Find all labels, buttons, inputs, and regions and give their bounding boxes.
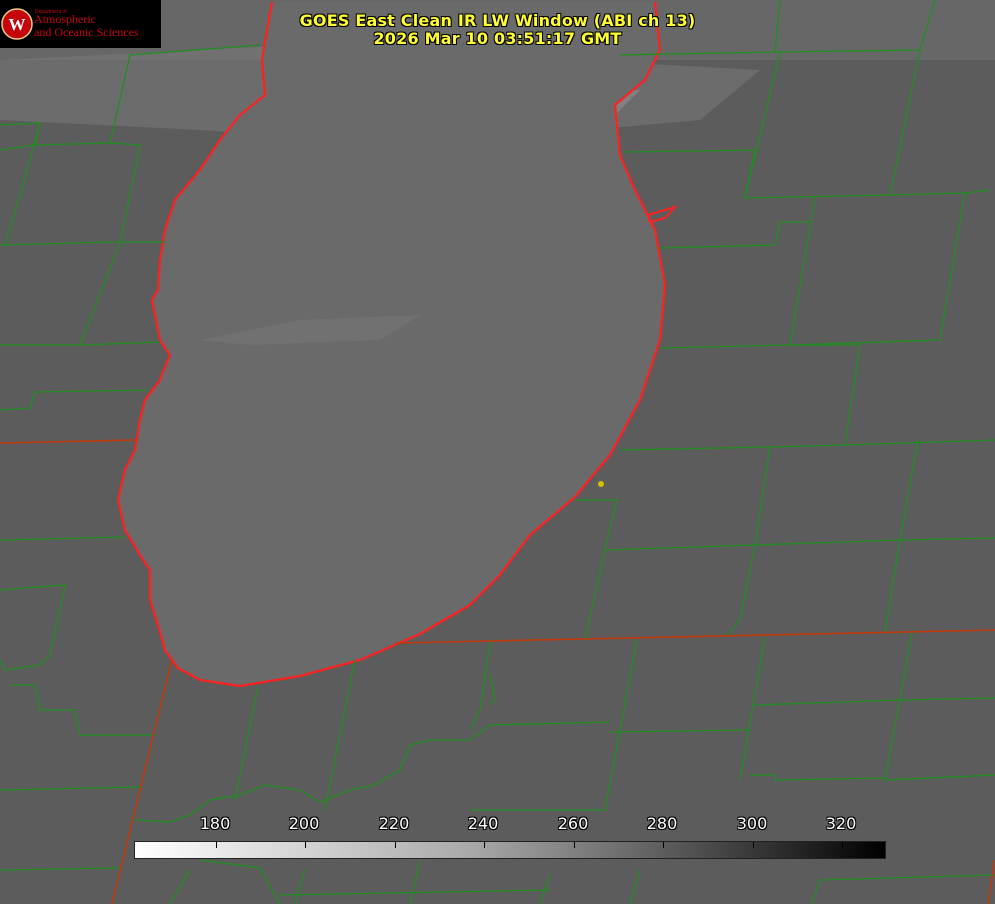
image-timestamp: 2026 Mar 10 03:51:17 GMT xyxy=(373,29,622,48)
temperature-colorbar xyxy=(134,841,886,859)
location-marker xyxy=(598,481,604,487)
colorbar-tick: 300 xyxy=(736,814,768,833)
colorbar-tick: 260 xyxy=(557,814,589,833)
colorbar-tick: 320 xyxy=(825,814,857,833)
colorbar-tickmark xyxy=(216,842,217,848)
colorbar-tickmark xyxy=(753,842,754,848)
colorbar-tick: 200 xyxy=(288,814,320,833)
colorbar-tick: 220 xyxy=(378,814,410,833)
colorbar-tickmark xyxy=(305,842,306,848)
colorbar-tickmark xyxy=(663,842,664,848)
colorbar-tick-labels: 180 200 220 240 260 280 300 320 xyxy=(0,814,995,834)
colorbar-tick: 280 xyxy=(646,814,678,833)
colorbar-tickmark xyxy=(395,842,396,848)
satellite-image: W Department of Atmospheric and Oceanic … xyxy=(0,0,995,904)
colorbar-tickmark xyxy=(484,842,485,848)
colorbar-tickmark xyxy=(574,842,575,848)
colorbar-tick: 240 xyxy=(467,814,499,833)
image-title: GOES East Clean IR LW Window (ABI ch 13) xyxy=(299,11,696,30)
ir-map xyxy=(0,0,995,904)
colorbar-tickmark xyxy=(842,842,843,848)
colorbar-tick: 180 xyxy=(199,814,231,833)
